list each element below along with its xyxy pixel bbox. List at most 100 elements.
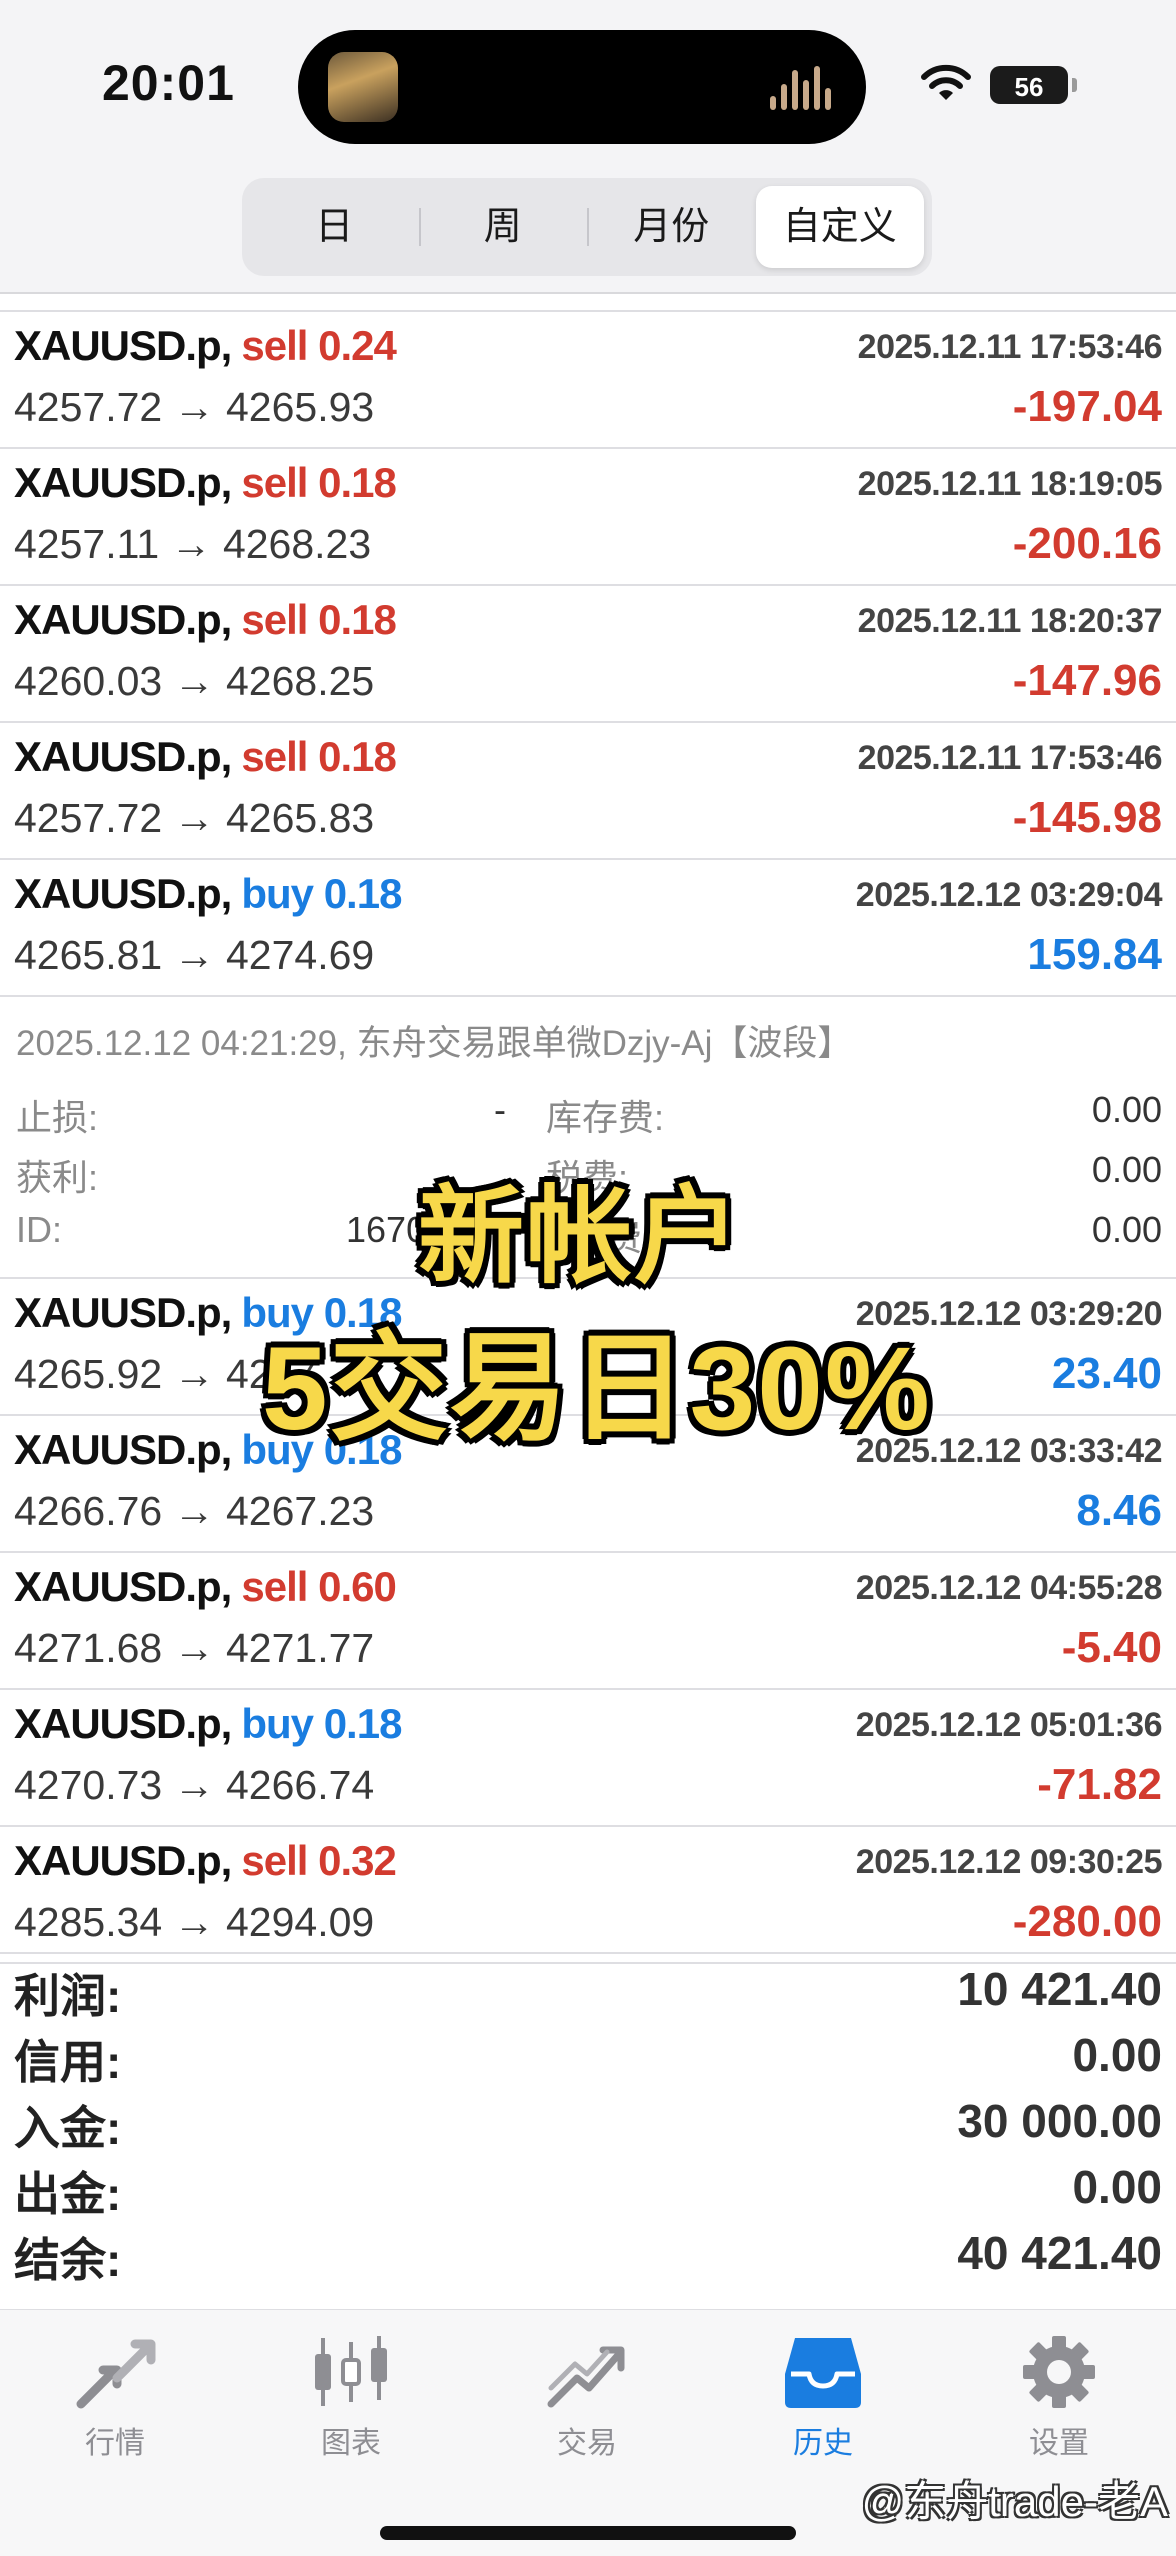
trade-symbol-line: XAUUSD.p, sell 0.18	[14, 596, 397, 644]
battery-icon: 56	[990, 66, 1077, 104]
overlay-caption-line2: 5交易日30%	[262, 1323, 932, 1455]
trade-profit: 23.40	[1051, 1349, 1162, 1398]
trade-volume: 0.32	[318, 1837, 397, 1884]
trade-symbol: XAUUSD.p,	[14, 1563, 232, 1610]
summary-row-deposit: 入金: 30 000.00	[0, 2086, 1176, 2154]
history-inbox-icon	[785, 2338, 861, 2408]
trade-side: sell 0.24	[241, 322, 397, 369]
trade-side-label: sell	[241, 733, 308, 780]
trade-prices: 4260.03 → 4268.25	[14, 658, 375, 704]
trade-side-label: sell	[241, 459, 308, 506]
trade-row[interactable]: XAUUSD.p, sell 0.60 2025.12.12 04:55:28 427…	[0, 1553, 1176, 1690]
summary-label: 结余:	[14, 2234, 122, 2286]
tab-chart[interactable]: 图表	[276, 2324, 426, 2484]
tab-history[interactable]: 历史	[748, 2324, 898, 2484]
tab-trade[interactable]: 交易	[512, 2324, 662, 2484]
trade-row[interactable]: XAUUSD.p, sell 0.18 2025.12.11 18:20:37 426…	[0, 586, 1176, 723]
trade-volume: 0.18	[318, 459, 397, 506]
trade-symbol: XAUUSD.p,	[14, 322, 232, 369]
trade-row[interactable]: XAUUSD.p, sell 0.24 2025.12.11 17:53:46 425…	[0, 310, 1176, 449]
trade-profit: -145.98	[1012, 793, 1162, 842]
trade-volume: 0.18	[318, 596, 397, 643]
tab-label: 行情	[85, 2427, 145, 2460]
trade-prices: 4266.76 → 4267.23	[14, 1488, 375, 1534]
trade-row[interactable]: XAUUSD.p, sell 0.32 2025.12.12 09:30:25 428…	[0, 1827, 1176, 1964]
trade-side-label: buy	[241, 1700, 314, 1747]
trade-profit: -200.16	[1012, 519, 1162, 568]
summary-label: 入金:	[14, 2102, 122, 2154]
home-indicator[interactable]	[380, 2526, 796, 2540]
trade-row[interactable]: XAUUSD.p, sell 0.18 2025.12.11 18:19:05 425…	[0, 449, 1176, 586]
trade-side: sell 0.18	[241, 596, 397, 643]
trade-symbol: XAUUSD.p,	[14, 733, 232, 780]
trade-profit: 159.84	[1027, 930, 1162, 979]
trade-row[interactable]: XAUUSD.p, sell 0.18 2025.12.11 17:53:46 425…	[0, 723, 1176, 860]
trade-side: sell 0.18	[241, 459, 397, 506]
trade-symbol: XAUUSD.p,	[14, 1700, 232, 1747]
trade-row[interactable]: XAUUSD.p, buy 0.18 2025.12.12 05:01:36 4270…	[0, 1690, 1176, 1827]
audio-wave-icon	[770, 64, 840, 110]
account-summary: 利润: 10 421.40 信用: 0.00 入金: 30 000.00 出金:…	[0, 1952, 1176, 2311]
tab-label: 交易	[557, 2427, 617, 2460]
period-tab-month[interactable]: 月份	[587, 186, 756, 268]
tax-value: 0.00	[1091, 1149, 1162, 1190]
trade-datetime: 2025.12.12 04:55:28	[855, 1569, 1163, 1607]
trade-prices: 4285.34 → 4294.09	[14, 1899, 375, 1945]
trade-side-label: buy	[241, 870, 314, 917]
tab-label: 历史	[793, 2427, 853, 2460]
tab-settings[interactable]: 设置	[984, 2324, 1134, 2484]
battery-level: 56	[1014, 72, 1044, 102]
trade-symbol-line: XAUUSD.p, sell 0.18	[14, 733, 397, 781]
fee-value: 0.00	[1091, 1209, 1162, 1250]
trade-symbol: XAUUSD.p,	[14, 596, 232, 643]
trade-symbol: XAUUSD.p,	[14, 870, 232, 917]
period-tab-week[interactable]: 周	[418, 186, 588, 268]
tab-label: 图表	[321, 2427, 381, 2460]
trade-prices: 4257.11 → 4268.23	[14, 521, 372, 567]
trade-prices: 4271.68 → 4271.77	[14, 1625, 375, 1671]
trade-datetime: 2025.12.12 09:30:25	[855, 1843, 1163, 1881]
trade-symbol: XAUUSD.p,	[14, 1837, 232, 1884]
take-profit-label: 获利:	[16, 1157, 99, 1198]
dynamic-island[interactable]	[298, 30, 866, 144]
watermark: @东舟trade-老A	[861, 2478, 1168, 2525]
trade-profit: -71.82	[1037, 1760, 1162, 1809]
trade-prices: 4257.72 → 4265.93	[14, 384, 375, 430]
trade-volume: 0.24	[318, 322, 397, 369]
trade-symbol-line: XAUUSD.p, sell 0.18	[14, 459, 397, 507]
stop-loss-label: 止损:	[16, 1097, 99, 1138]
quotes-arrows-icon	[76, 2339, 156, 2409]
summary-value: 30 000.00	[957, 2095, 1162, 2147]
trade-symbol-line: XAUUSD.p, buy 0.18	[14, 870, 402, 918]
trade-profit: -197.04	[1012, 382, 1162, 431]
trade-prices: 4270.73 → 4266.74	[14, 1762, 375, 1808]
summary-row-withdrawal: 出金: 0.00	[0, 2152, 1176, 2220]
trade-symbol-line: XAUUSD.p, sell 0.60	[14, 1563, 397, 1611]
trade-profit: -147.96	[1012, 656, 1162, 705]
trade-side-label: sell	[241, 1563, 308, 1610]
trade-datetime: 2025.12.11 18:19:05	[857, 465, 1163, 503]
trade-side: sell 0.60	[241, 1563, 396, 1610]
summary-value: 0.00	[1072, 2161, 1162, 2213]
trade-symbol-line: XAUUSD.p, sell 0.32	[14, 1837, 397, 1885]
tab-label: 设置	[1029, 2427, 1089, 2460]
trade-prices: 4257.72 → 4265.83	[14, 795, 375, 841]
trade-datetime: 2025.12.12 05:01:36	[855, 1706, 1163, 1744]
top-area: 20:01 56 日 周 月份 自定义	[0, 0, 1176, 294]
trade-row[interactable]: XAUUSD.p, buy 0.18 2025.12.12 03:29:04 4265…	[0, 860, 1176, 997]
summary-row-profit: 利润: 10 421.40	[0, 1954, 1176, 2022]
trade-volume: 0.18	[318, 733, 397, 780]
summary-row-balance: 结余: 40 421.40	[0, 2218, 1176, 2286]
trade-datetime: 2025.12.11 18:20:37	[857, 602, 1163, 640]
period-tab-day[interactable]: 日	[250, 186, 419, 268]
tab-quotes[interactable]: 行情	[40, 2324, 190, 2484]
summary-label: 利润:	[14, 1970, 122, 2022]
trade-datetime: 2025.12.12 03:29:04	[855, 876, 1163, 914]
trade-side: sell 0.18	[241, 733, 397, 780]
gear-icon	[1023, 2336, 1095, 2408]
trade-symbol: XAUUSD.p,	[14, 1426, 232, 1473]
candlestick-chart-icon	[315, 2336, 387, 2406]
now-playing-thumbnail	[328, 52, 398, 122]
trade-side: buy 0.18	[241, 1700, 402, 1747]
period-tab-custom[interactable]: 自定义	[755, 186, 924, 268]
